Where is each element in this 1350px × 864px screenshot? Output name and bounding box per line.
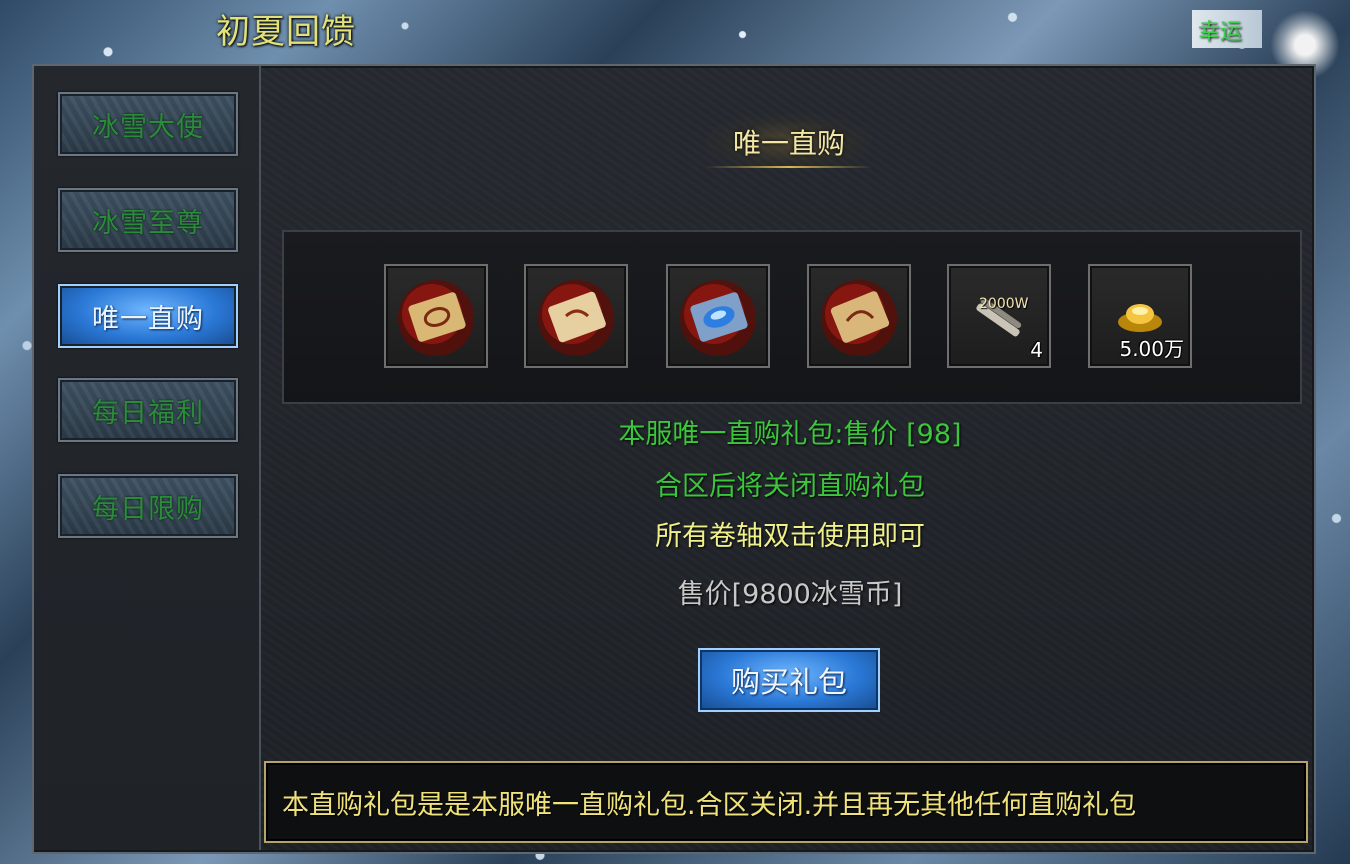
red-scroll-icon — [398, 280, 474, 356]
sidebar-item-ice-supreme[interactable]: 冰雪至尊 — [58, 188, 238, 252]
sidebar-item-ice-envoy[interactable]: 冰雪大使 — [58, 92, 238, 156]
red-scroll-icon — [538, 280, 614, 356]
buy-package-button[interactable]: 购买礼包 — [698, 648, 880, 712]
notice-text: 本直购礼包是是本服唯一直购礼包.合区关闭.并且再无其他任何直购礼包 — [282, 789, 1137, 821]
exp-amount-tag: 2000W — [979, 296, 1029, 312]
sidebar-item-daily-limited[interactable]: 每日限购 — [58, 474, 238, 538]
merge-close-line: 合区后将关闭直购礼包 — [655, 471, 925, 502]
reward-slot-6[interactable]: 5.00万 — [1088, 264, 1192, 368]
window-title: 初夏回馈 — [216, 12, 356, 52]
item-count: 4 — [1030, 338, 1043, 362]
scroll-usage-line: 所有卷轴双击使用即可 — [655, 521, 925, 552]
item-count: 5.00万 — [1119, 337, 1184, 361]
lucky-tab[interactable]: 幸运 — [1198, 14, 1254, 46]
reward-slot-3[interactable] — [666, 264, 770, 368]
sidebar — [34, 66, 261, 850]
package-price-line: 本服唯一直购礼包:售价 [98] — [618, 419, 962, 450]
red-scroll-icon — [821, 280, 897, 356]
notice-bar: 本直购礼包是是本服唯一直购礼包.合区关闭.并且再无其他任何直购礼包 — [264, 761, 1308, 843]
reward-slot-2[interactable] — [524, 264, 628, 368]
price-label: 售价[9800冰雪币] — [677, 579, 903, 610]
reward-slot-1[interactable] — [384, 264, 488, 368]
sidebar-item-daily-welfare[interactable]: 每日福利 — [58, 378, 238, 442]
section-title: 唯一直购 — [706, 114, 872, 170]
blue-scroll-icon — [680, 280, 756, 356]
sidebar-item-direct-purchase[interactable]: 唯一直购 — [58, 284, 238, 348]
reward-slot-5[interactable]: 2000W 4 — [947, 264, 1051, 368]
reward-slot-4[interactable] — [807, 264, 911, 368]
